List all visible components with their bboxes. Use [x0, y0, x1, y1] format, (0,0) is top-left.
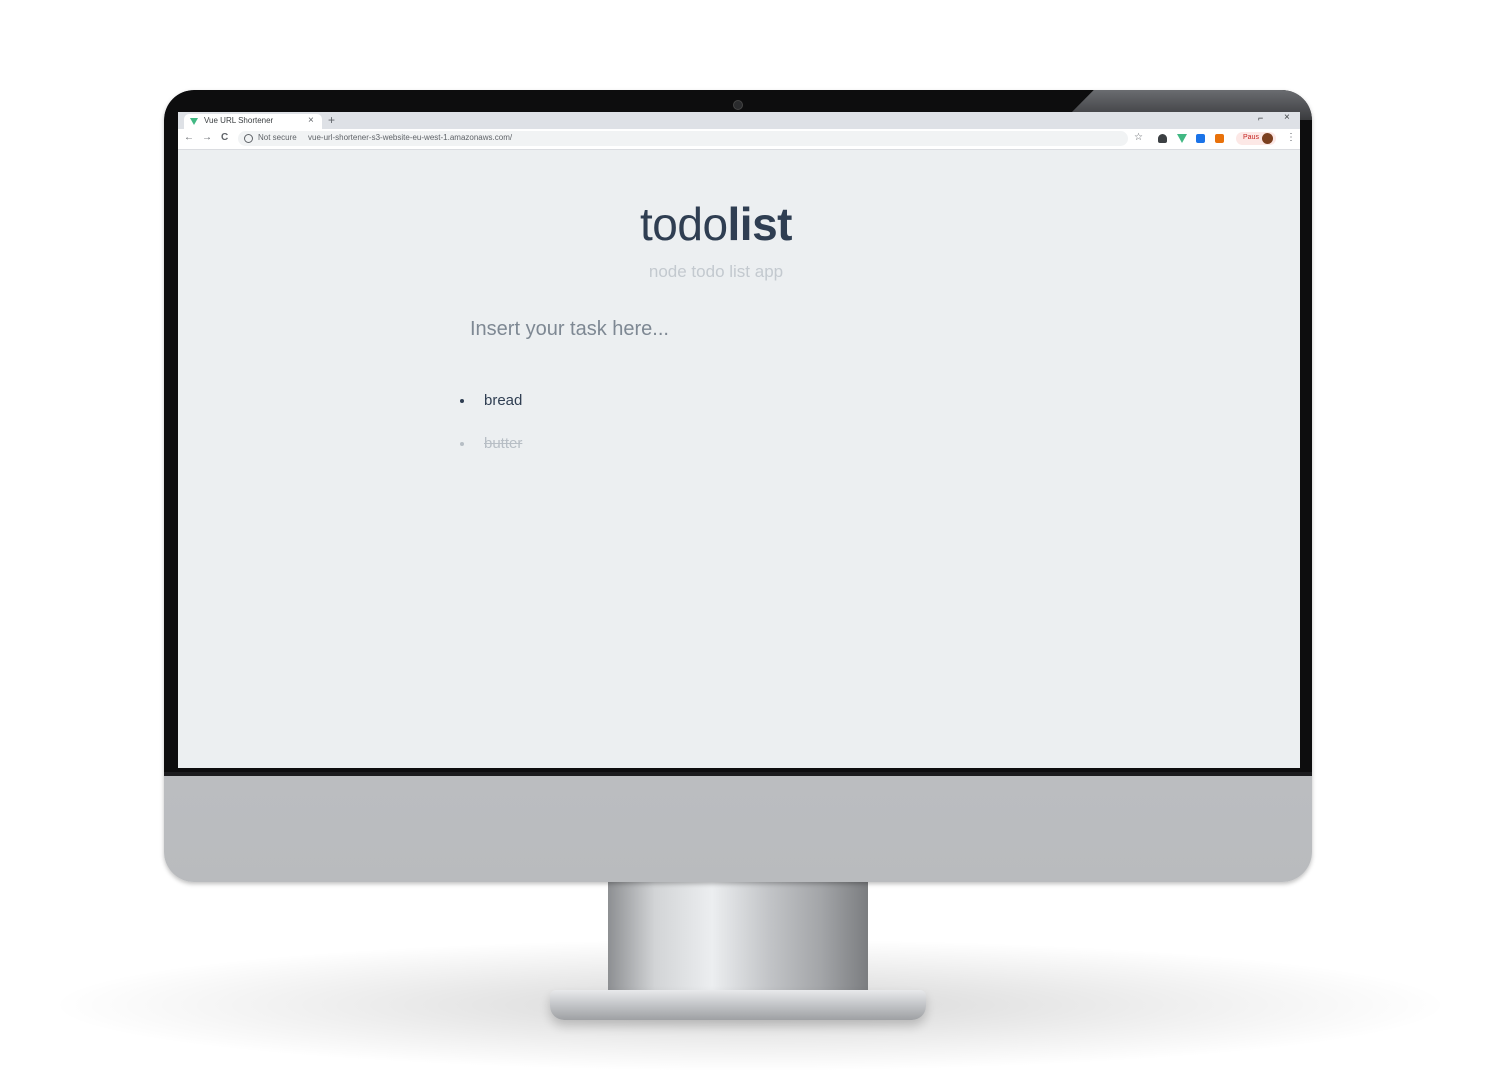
tab-close-icon[interactable]: × [308, 115, 314, 126]
bullet-icon [460, 399, 464, 403]
bullet-icon [460, 442, 464, 446]
menu-icon[interactable]: ⋮ [1286, 132, 1296, 144]
extension-home-icon[interactable] [1158, 134, 1167, 143]
extension-vue-devtools-icon[interactable] [1177, 134, 1187, 143]
browser-window: Vue URL Shortener × + ⌐ × ← → C Not secu… [178, 112, 1300, 768]
monitor: Vue URL Shortener × + ⌐ × ← → C Not secu… [164, 90, 1312, 882]
extension-square-icon[interactable] [1196, 134, 1205, 143]
bookmark-star-icon[interactable]: ☆ [1134, 132, 1143, 144]
window-minimize-button[interactable]: ⌐ [1258, 113, 1263, 123]
reload-button[interactable]: C [221, 132, 228, 144]
page-title: todolist [178, 198, 1254, 250]
security-label: Not secure [258, 133, 297, 142]
forward-button[interactable]: → [202, 132, 212, 144]
page-subtitle: node todo list app [648, 262, 784, 281]
extension-pen-icon[interactable] [1215, 134, 1224, 143]
new-tab-button[interactable]: + [328, 113, 335, 127]
tab-title: Vue URL Shortener [204, 116, 274, 125]
monitor-stand-base [550, 990, 926, 1020]
todo-text: butter [484, 435, 523, 452]
camera-icon [733, 100, 743, 110]
info-icon[interactable] [244, 134, 253, 143]
window-close-button[interactable]: × [1284, 112, 1290, 123]
browser-tab[interactable]: Vue URL Shortener × [184, 114, 322, 129]
tab-strip: Vue URL Shortener × + ⌐ × [178, 112, 1300, 129]
todo-text: bread [484, 392, 523, 409]
title-bold-part: list [727, 198, 793, 250]
avatar [1262, 133, 1273, 144]
monitor-bezel: Vue URL Shortener × + ⌐ × ← → C Not secu… [164, 90, 1312, 776]
task-input[interactable] [468, 310, 972, 348]
browser-toolbar: ← → C Not secure vue-url-shortener-s3-we… [178, 129, 1300, 150]
monitor-stand-neck [608, 878, 868, 994]
title-light-part: todo [640, 198, 728, 250]
bezel-bottom-edge [164, 772, 1312, 776]
profile-button[interactable]: Paus [1236, 132, 1276, 145]
back-button[interactable]: ← [184, 132, 194, 144]
url-text: vue-url-shortener-s3-website-eu-west-1.a… [308, 133, 513, 142]
vue-favicon-icon [190, 118, 198, 125]
profile-label: Paus [1243, 134, 1259, 141]
address-bar[interactable]: Not secure vue-url-shortener-s3-website-… [238, 131, 1128, 146]
